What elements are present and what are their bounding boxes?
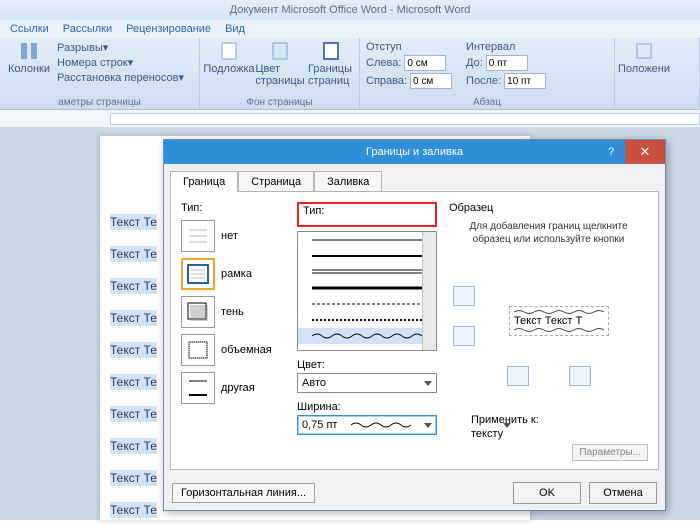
color-dropdown[interactable]: Авто (297, 373, 437, 393)
ribbon-group-page-setup: Колонки Разрывы▾ Номера строк▾ Расстанов… (0, 38, 200, 109)
text-line[interactable]: Текст Те (110, 406, 157, 422)
style-scrollbar[interactable] (422, 232, 436, 350)
setting-custom[interactable]: другая (181, 372, 285, 404)
help-button[interactable]: ? (599, 140, 623, 164)
params-button: Параметры... (572, 444, 648, 461)
tab-shading[interactable]: Заливка (314, 171, 382, 192)
position-button[interactable]: Положени (621, 41, 667, 75)
borders-dialog: Границы и заливка ? ✕ Граница Страница З… (163, 139, 666, 511)
indent-left-input[interactable] (404, 55, 446, 71)
style-label: Тип: (303, 205, 431, 217)
ok-button[interactable]: OK (513, 482, 581, 504)
tab-border[interactable]: Граница (170, 171, 238, 192)
dialog-body: Тип: нет рамка тень объемная другая Тип:… (170, 191, 659, 470)
setting-shadow[interactable]: тень (181, 296, 285, 328)
setting-label: Тип: (181, 202, 285, 214)
tab-mailings[interactable]: Рассылки (63, 23, 112, 35)
color-label: Цвет: (297, 359, 437, 371)
chevron-down-icon (424, 381, 432, 386)
text-line[interactable]: Текст Те (110, 438, 157, 454)
horizontal-ruler[interactable] (0, 110, 700, 128)
dialog-tabs: Граница Страница Заливка (164, 164, 665, 191)
spacing-after-label: После: (466, 75, 501, 87)
setting-box[interactable]: рамка (181, 258, 285, 290)
preview-sample[interactable]: Текст Текст Т (509, 306, 609, 336)
interval-heading: Интервал (466, 41, 546, 53)
ribbon-group-paragraph: Отступ Слева: Справа: Интервал До: После… (360, 38, 615, 109)
breaks-menu[interactable]: Разрывы▾ (57, 41, 184, 54)
group-label-page: аметры страницы (6, 96, 193, 108)
preview-hint: Для добавления границ щелкните образец и… (453, 220, 644, 246)
horizontal-line-button[interactable]: Горизонтальная линия... (172, 483, 315, 503)
spacing-before-input[interactable] (486, 55, 528, 71)
border-bottom-button[interactable] (453, 326, 475, 346)
page-borders-button[interactable]: Границы страниц (308, 41, 353, 87)
text-line[interactable]: Текст Те (110, 342, 157, 358)
apply-label: Применить к: (471, 414, 648, 426)
style-column: Тип: Цвет: Авто Ширина: 0,75 пт (297, 202, 437, 463)
style-listbox[interactable] (297, 231, 437, 351)
tab-links[interactable]: Ссылки (10, 23, 49, 35)
indent-heading: Отступ (366, 41, 452, 53)
width-dropdown[interactable]: 0,75 пт (297, 415, 437, 435)
tab-review[interactable]: Рецензирование (126, 23, 211, 35)
line-numbers-menu[interactable]: Номера строк▾ (57, 56, 184, 69)
ribbon-group-background: Подложка Цвет страницы Границы страниц Ф… (200, 38, 360, 109)
chevron-down-icon (503, 423, 511, 440)
tab-view[interactable]: Вид (225, 23, 245, 35)
preview-label: Образец (449, 202, 648, 214)
dialog-titlebar[interactable]: Границы и заливка ? ✕ (164, 140, 665, 164)
spacing-after-input[interactable] (504, 73, 546, 89)
group-label-bg: Фон страницы (206, 96, 353, 108)
border-right-button[interactable] (569, 366, 591, 386)
ribbon-tabs: Ссылки Рассылки Рецензирование Вид (0, 20, 700, 38)
text-line[interactable]: Текст Те (110, 278, 157, 294)
setting-none[interactable]: нет (181, 220, 285, 252)
group-label-paragraph: Абзац (366, 96, 608, 108)
cancel-button[interactable]: Отмена (589, 482, 657, 504)
close-button[interactable]: ✕ (625, 140, 665, 164)
text-line[interactable]: Текст Те (110, 214, 157, 230)
indent-left-label: Слева: (366, 57, 401, 69)
hyphenation-menu[interactable]: Расстановка переносов▾ (57, 71, 184, 84)
border-top-button[interactable] (453, 286, 475, 306)
width-label: Ширина: (297, 401, 437, 413)
text-line[interactable]: Текст Те (110, 470, 157, 486)
preview-column: Образец Для добавления границ щелкните о… (449, 202, 648, 463)
indent-right-input[interactable] (410, 73, 452, 89)
text-line[interactable]: Текст Те (110, 502, 157, 518)
dialog-title: Границы и заливка (366, 146, 463, 158)
text-line[interactable]: Текст Те (110, 246, 157, 262)
page-color-button[interactable]: Цвет страницы (257, 41, 303, 87)
columns-button[interactable]: Колонки (6, 41, 52, 75)
dialog-footer: Горизонтальная линия... OK Отмена (164, 476, 665, 510)
text-line[interactable]: Текст Те (110, 374, 157, 390)
border-left-button[interactable] (507, 366, 529, 386)
watermark-button[interactable]: Подложка (206, 41, 252, 75)
ribbon: Колонки Разрывы▾ Номера строк▾ Расстанов… (0, 38, 700, 110)
text-line[interactable]: Текст Те (110, 310, 157, 326)
setting-3d[interactable]: объемная (181, 334, 285, 366)
spacing-before-label: До: (466, 57, 483, 69)
setting-column: Тип: нет рамка тень объемная другая (181, 202, 285, 463)
app-titlebar: Документ Microsoft Office Word - Microso… (0, 0, 700, 20)
tab-page[interactable]: Страница (238, 171, 314, 192)
apply-dropdown[interactable]: тексту (471, 428, 648, 440)
indent-right-label: Справа: (366, 75, 407, 87)
ribbon-group-arrange: Положени (615, 38, 700, 109)
chevron-down-icon (424, 423, 432, 428)
